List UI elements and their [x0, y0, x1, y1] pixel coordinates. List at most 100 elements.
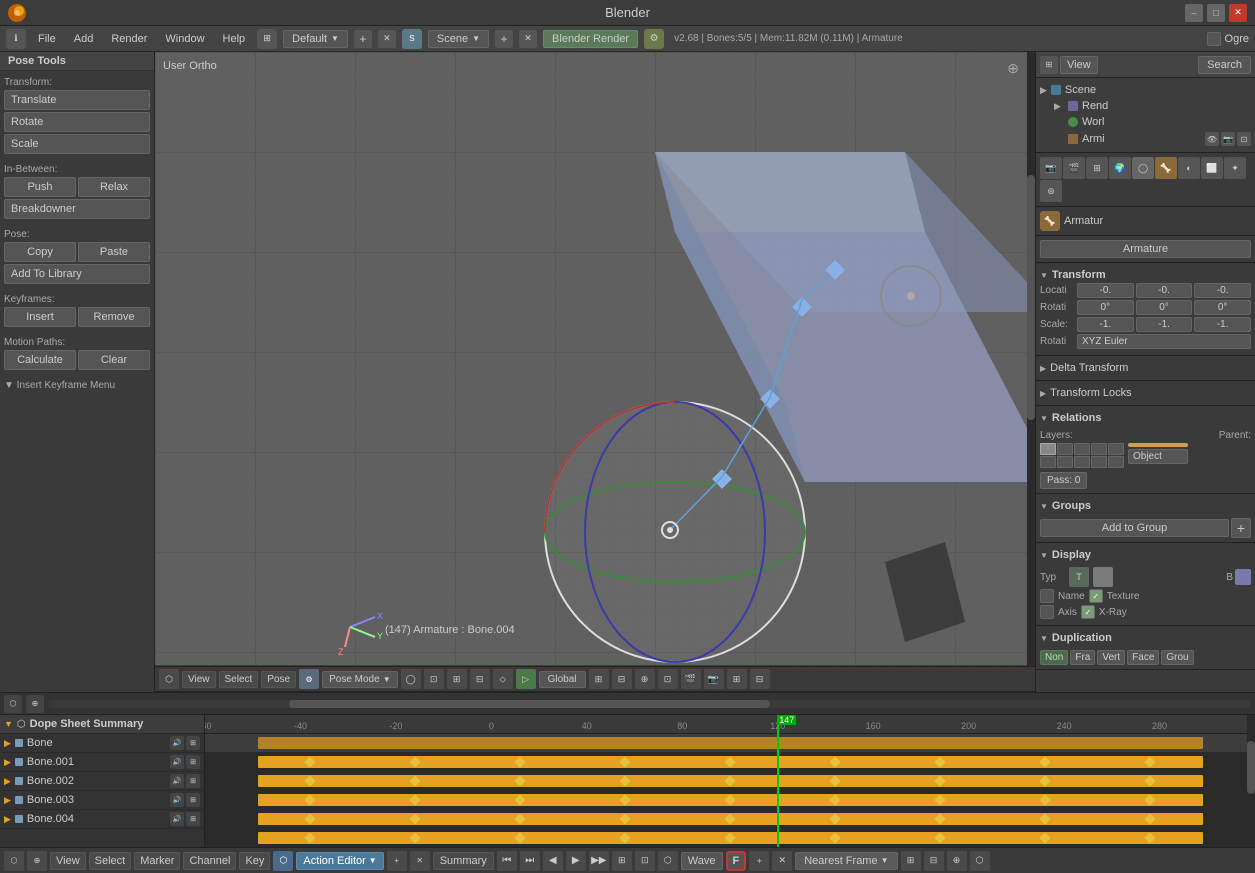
layout-icon[interactable]: ⊞ [257, 29, 277, 49]
file-menu[interactable]: File [32, 31, 62, 47]
axis-checkbox[interactable] [1040, 605, 1054, 619]
vp-icon-3[interactable]: ⊞ [447, 669, 467, 689]
rend-item[interactable]: ▶ Rend [1054, 98, 1251, 114]
dope-scroll-thumb[interactable] [289, 700, 770, 708]
relations-header[interactable]: ▼ Relations [1040, 410, 1251, 426]
vp-icon-4[interactable]: ⊟ [470, 669, 490, 689]
scale-btn[interactable]: Scale [4, 134, 150, 154]
typ-icon[interactable]: T [1069, 567, 1089, 587]
push-btn[interactable]: Push [4, 177, 76, 197]
search-btn[interactable]: Search [1198, 56, 1251, 74]
help-menu[interactable]: Help [217, 31, 252, 47]
layout-dropdown[interactable]: Default ▼ [283, 30, 348, 48]
vp-select-btn[interactable]: Select [219, 671, 259, 688]
render-menu[interactable]: Render [105, 31, 153, 47]
layer-6[interactable] [1040, 456, 1056, 468]
nearest-frame-btn[interactable]: Nearest Frame ▼ [795, 852, 897, 870]
playback-icon-4[interactable]: ▶ [566, 851, 586, 871]
prop-icon-armature[interactable]: 🦴 [1155, 157, 1177, 179]
insert-keyframe-menu[interactable]: ▼ Insert Keyframe Menu [0, 378, 154, 397]
render-engine-btn[interactable]: Blender Render [543, 30, 638, 48]
action-editor-icon[interactable]: ⬡ [273, 851, 293, 871]
rotati-z[interactable]: 0° [1194, 300, 1251, 315]
layer-4[interactable] [1091, 443, 1107, 455]
scene-dropdown[interactable]: Scene ▼ [428, 30, 489, 48]
dope-timeline[interactable]: -60-40-2004080120160200240280320 147 [205, 715, 1255, 847]
rp-view-btn[interactable]: View [1060, 56, 1098, 74]
layer-9[interactable] [1091, 456, 1107, 468]
playback-icon-7[interactable]: ⊡ [635, 851, 655, 871]
playback-icon-2[interactable]: ⏭ [520, 851, 540, 871]
rotate-btn[interactable]: Rotate [4, 112, 150, 132]
vp-icon-14[interactable]: ⊟ [750, 669, 770, 689]
worl-item[interactable]: Worl [1054, 114, 1251, 130]
calculate-btn[interactable]: Calculate [4, 350, 76, 370]
timeline-cursor[interactable]: 147 [777, 715, 779, 847]
vp-icon-5[interactable]: ⬦ [493, 669, 513, 689]
delta-transform-header[interactable]: ▶ Delta Transform [1040, 360, 1251, 376]
remove-btn[interactable]: Remove [78, 307, 150, 327]
dup-grou-btn[interactable]: Grou [1161, 650, 1193, 665]
scale-y[interactable]: -1. [1136, 317, 1193, 332]
layer-1[interactable] [1040, 443, 1056, 455]
prop-icon-world[interactable]: 🌍 [1109, 157, 1131, 179]
action-key-btn[interactable]: Key [239, 852, 270, 870]
playback-icon-8[interactable]: ⬡ [658, 851, 678, 871]
texture-checkbox[interactable]: ✓ [1089, 589, 1103, 603]
display-header[interactable]: ▼ Display [1040, 547, 1251, 563]
close-btn[interactable]: ✕ [1229, 4, 1247, 22]
add-menu[interactable]: Add [68, 31, 100, 47]
vp-icon-1[interactable]: ◯ [401, 669, 421, 689]
prop-icon-physics[interactable]: ⊛ [1040, 180, 1062, 202]
ogre-toggle[interactable]: Ogre [1207, 32, 1249, 46]
clear-btn[interactable]: Clear [78, 350, 150, 370]
armature-field[interactable]: Armature [1040, 240, 1251, 258]
layer-10[interactable] [1108, 456, 1124, 468]
pose-tools-header[interactable]: Pose Tools [0, 52, 154, 71]
action-channel-btn[interactable]: Channel [183, 852, 236, 870]
rp-icon-1[interactable]: ⊞ [1040, 56, 1058, 74]
info-icon[interactable]: ℹ [6, 29, 26, 49]
b-swatch[interactable] [1235, 569, 1251, 585]
armi-camera-icon[interactable]: 📷 [1221, 132, 1235, 146]
dup-non-btn[interactable]: Non [1040, 650, 1068, 665]
scale-x[interactable]: -1. [1077, 317, 1134, 332]
insert-keyframe-label[interactable]: ▼ Insert Keyframe Menu [4, 378, 150, 393]
dope-summary-icon[interactable]: ⬡ [17, 719, 26, 730]
layer-2[interactable] [1057, 443, 1073, 455]
action-icon-right-4[interactable]: ⬡ [970, 851, 990, 871]
breakdowner-btn[interactable]: Breakdowner [4, 199, 150, 219]
prop-icon-scene[interactable]: ⊞ [1086, 157, 1108, 179]
expand-viewport-btn[interactable]: ⊕ [1007, 60, 1019, 77]
copy-btn[interactable]: Copy [4, 242, 76, 262]
render-options-btn[interactable]: ⚙ [644, 29, 664, 49]
plus-frame-btn[interactable]: + [749, 851, 769, 871]
armature-icon-btn[interactable]: 🦴 [1040, 211, 1060, 231]
pass-btn[interactable]: Pass: 0 [1040, 472, 1087, 489]
prop-icon-render[interactable]: 🎬 [1063, 157, 1085, 179]
prop-icon-object[interactable]: ◯ [1132, 157, 1154, 179]
layer-8[interactable] [1074, 456, 1090, 468]
scene-icon[interactable]: S [402, 29, 422, 49]
prop-icon-texture[interactable]: ⬜ [1201, 157, 1223, 179]
parent-swatch[interactable] [1128, 443, 1188, 447]
action-icon-4[interactable]: ✕ [410, 851, 430, 871]
minimize-btn[interactable]: – [1185, 4, 1203, 22]
action-icon-3[interactable]: + [387, 851, 407, 871]
groups-header[interactable]: ▼ Groups [1040, 498, 1251, 514]
layer-5[interactable] [1108, 443, 1124, 455]
vp-icon-6[interactable]: ▷ [516, 669, 536, 689]
playback-icon-1[interactable]: ⏮ [497, 851, 517, 871]
add-to-library-btn[interactable]: Add To Library [4, 264, 150, 284]
vp-view-btn[interactable]: View [182, 671, 216, 688]
timeline-scrollbar[interactable] [1247, 715, 1255, 847]
action-icon[interactable]: ⬡ [4, 851, 24, 871]
prop-icon-material[interactable]: ◐ [1178, 157, 1200, 179]
playback-icon-6[interactable]: ⊞ [612, 851, 632, 871]
viewport-scroll-thumb[interactable] [1027, 175, 1035, 421]
paste-btn[interactable]: Paste [78, 242, 150, 262]
duplication-header[interactable]: ▼ Duplication [1040, 630, 1251, 646]
add-to-group-btn[interactable]: Add to Group [1040, 519, 1229, 537]
dope-scrollbar-horizontal[interactable] [48, 700, 1251, 708]
armi-eye-icon[interactable]: 👁 [1205, 132, 1219, 146]
